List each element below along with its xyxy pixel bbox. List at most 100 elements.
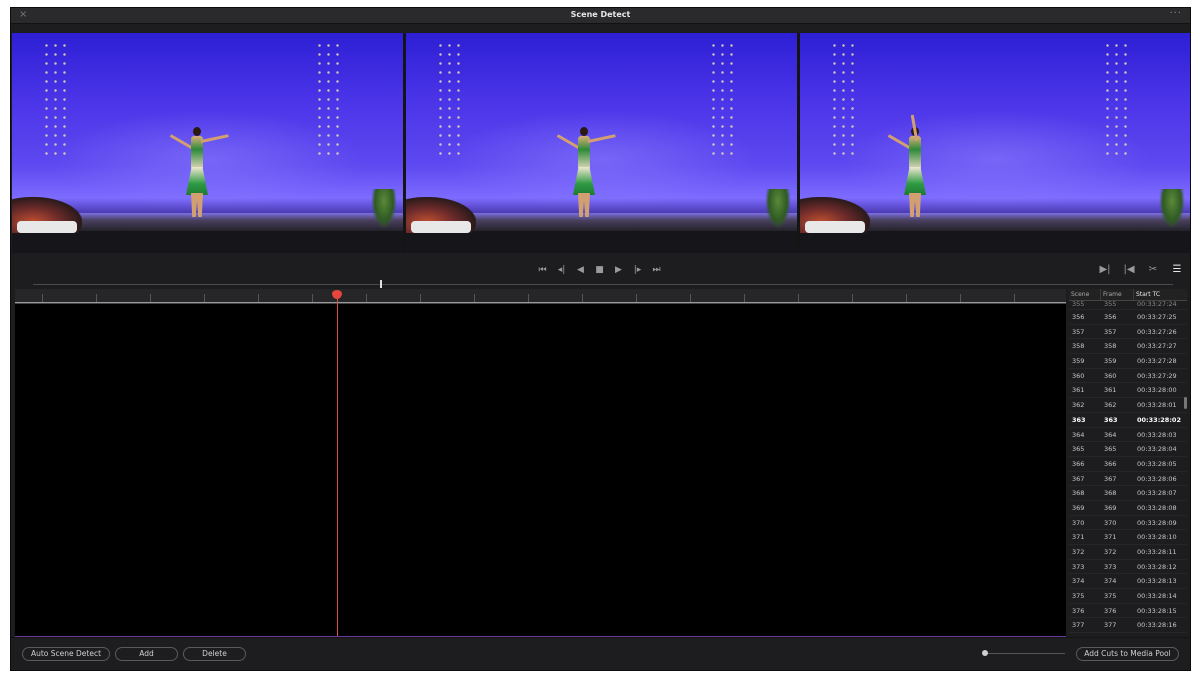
cell-start-tc: 00:33:28:07 bbox=[1137, 489, 1177, 498]
go-to-start-icon[interactable]: ⏮ bbox=[536, 264, 549, 276]
list-item[interactable]: 370 370 00:33:28:09 bbox=[1069, 516, 1187, 531]
add-cuts-to-media-pool-button[interactable]: Add Cuts to Media Pool bbox=[1076, 647, 1179, 661]
list-item[interactable]: 372 372 00:33:28:11 bbox=[1069, 545, 1187, 560]
list-item[interactable]: 360 360 00:33:27:29 bbox=[1069, 369, 1187, 384]
ruler-tick bbox=[636, 294, 637, 302]
list-item[interactable]: 358 358 00:33:27:27 bbox=[1069, 339, 1187, 355]
column-header-frame[interactable]: Frame bbox=[1101, 289, 1134, 300]
cut-scissors-icon[interactable]: ✂ bbox=[1146, 263, 1160, 277]
list-item[interactable]: 362 362 00:33:28:01 bbox=[1069, 398, 1187, 413]
previous-cut-icon[interactable]: |◀ bbox=[1122, 263, 1136, 277]
list-item[interactable]: 367 367 00:33:28:06 bbox=[1069, 472, 1187, 487]
ruler-tick bbox=[204, 294, 205, 302]
cell-start-tc: 00:33:28:00 bbox=[1137, 386, 1177, 395]
list-item[interactable]: 361 361 00:33:28:00 bbox=[1069, 383, 1187, 399]
cell-scene: 357 bbox=[1072, 327, 1085, 336]
cell-scene: 374 bbox=[1072, 577, 1085, 586]
ruler-tick bbox=[96, 294, 97, 302]
cell-frame: 358 bbox=[1104, 342, 1117, 351]
list-item[interactable]: 364 364 00:33:28:03 bbox=[1069, 428, 1187, 443]
play-reverse-icon[interactable]: ◀ bbox=[574, 264, 587, 276]
list-item[interactable]: 363 363 00:33:28:02 bbox=[1069, 412, 1187, 428]
ruler-tick bbox=[798, 294, 799, 302]
scene-list-header: Scene Frame Start TC bbox=[1069, 289, 1187, 301]
scrub-bar[interactable] bbox=[33, 284, 1173, 285]
list-item[interactable]: 359 359 00:33:27:28 bbox=[1069, 354, 1187, 369]
column-header-scene[interactable]: Scene bbox=[1069, 289, 1101, 300]
list-item[interactable]: 371 371 00:33:28:10 bbox=[1069, 530, 1187, 545]
step-back-icon[interactable]: ◂| bbox=[555, 264, 568, 276]
cell-scene: 359 bbox=[1072, 357, 1085, 366]
cell-scene: 372 bbox=[1072, 548, 1085, 556]
ruler-tick bbox=[258, 294, 259, 302]
list-item[interactable]: 356 356 00:33:27:25 bbox=[1069, 310, 1187, 325]
column-header-start-tc[interactable]: Start TC bbox=[1134, 289, 1187, 300]
scene-list: Scene Frame Start TC 355 355 00:33:27:24… bbox=[1069, 289, 1187, 638]
add-button[interactable]: Add bbox=[115, 647, 178, 661]
cell-scene: 360 bbox=[1072, 371, 1085, 380]
cell-frame: 377 bbox=[1104, 621, 1117, 630]
cell-frame: 372 bbox=[1104, 548, 1117, 556]
more-options-icon[interactable]: ··· bbox=[1169, 8, 1182, 19]
cell-scene: 367 bbox=[1072, 474, 1085, 483]
list-item[interactable]: 374 374 00:33:28:13 bbox=[1069, 574, 1187, 590]
timeline-ruler[interactable] bbox=[15, 289, 1066, 304]
cell-scene: 366 bbox=[1072, 459, 1085, 468]
cell-frame: 375 bbox=[1104, 592, 1117, 601]
cell-start-tc: 00:33:27:27 bbox=[1137, 342, 1177, 351]
play-icon[interactable]: ▶ bbox=[612, 264, 625, 276]
cell-scene: 377 bbox=[1072, 621, 1085, 630]
cell-start-tc: 00:33:28:16 bbox=[1137, 621, 1177, 630]
cell-start-tc: 00:33:28:14 bbox=[1137, 592, 1177, 601]
ruler-tick bbox=[420, 294, 421, 302]
list-item[interactable]: 375 375 00:33:28:14 bbox=[1069, 589, 1187, 604]
cell-scene: 376 bbox=[1072, 606, 1085, 615]
cell-start-tc: 00:33:28:04 bbox=[1137, 445, 1177, 454]
cut-timeline[interactable] bbox=[15, 289, 1066, 638]
cell-scene: 370 bbox=[1072, 518, 1085, 527]
cell-start-tc: 00:33:28:11 bbox=[1137, 548, 1177, 556]
scrub-handle[interactable] bbox=[380, 280, 382, 288]
cell-start-tc: 00:33:28:12 bbox=[1137, 562, 1177, 571]
delete-button[interactable]: Delete bbox=[183, 647, 246, 661]
list-item[interactable]: 369 369 00:33:28:08 bbox=[1069, 501, 1187, 516]
cell-scene: 362 bbox=[1072, 401, 1085, 410]
list-item[interactable]: 365 365 00:33:28:04 bbox=[1069, 442, 1187, 457]
current-frame-preview bbox=[406, 33, 797, 253]
playhead-line bbox=[337, 299, 338, 637]
cell-scene: 364 bbox=[1072, 430, 1085, 439]
auto-scene-detect-button[interactable]: Auto Scene Detect bbox=[22, 647, 110, 661]
cell-frame: 361 bbox=[1104, 386, 1117, 395]
list-item[interactable]: 366 366 00:33:28:05 bbox=[1069, 457, 1187, 472]
cell-start-tc: 00:33:28:01 bbox=[1137, 401, 1177, 410]
zoom-slider-knob[interactable] bbox=[982, 650, 988, 656]
ruler-tick bbox=[150, 294, 151, 302]
stop-icon[interactable]: ■ bbox=[593, 264, 606, 276]
list-item[interactable]: 376 376 00:33:28:15 bbox=[1069, 604, 1187, 619]
cell-scene: 375 bbox=[1072, 592, 1085, 601]
next-cut-icon[interactable]: ▶| bbox=[1098, 263, 1112, 277]
list-item[interactable]: 373 373 00:33:28:12 bbox=[1069, 560, 1187, 575]
ruler-tick bbox=[744, 294, 745, 302]
zoom-slider[interactable] bbox=[985, 653, 1065, 654]
cell-frame: 362 bbox=[1104, 401, 1117, 410]
ruler-tick bbox=[366, 294, 367, 302]
ruler-tick bbox=[582, 294, 583, 302]
cell-start-tc: 00:33:28:05 bbox=[1137, 459, 1177, 468]
cell-start-tc: 00:33:27:26 bbox=[1137, 327, 1177, 336]
ruler-tick bbox=[312, 294, 313, 302]
scene-list-scrollbar[interactable] bbox=[1184, 397, 1187, 409]
go-to-end-icon[interactable]: ⏭ bbox=[650, 264, 663, 276]
cell-frame: 363 bbox=[1104, 415, 1118, 424]
list-item[interactable]: 355 355 00:33:27:24 bbox=[1069, 301, 1187, 310]
cell-frame: 365 bbox=[1104, 445, 1117, 454]
list-item[interactable]: 357 357 00:33:27:26 bbox=[1069, 325, 1187, 340]
list-view-icon[interactable]: ☰ bbox=[1170, 263, 1184, 277]
cell-scene: 365 bbox=[1072, 445, 1085, 454]
list-item[interactable]: 368 368 00:33:28:07 bbox=[1069, 486, 1187, 501]
list-item[interactable]: 377 377 00:33:28:16 bbox=[1069, 618, 1187, 634]
cell-start-tc: 00:33:28:15 bbox=[1137, 606, 1177, 615]
cell-scene: 371 bbox=[1072, 533, 1085, 542]
step-forward-icon[interactable]: |▸ bbox=[631, 264, 644, 276]
cell-start-tc: 00:33:28:03 bbox=[1137, 430, 1177, 439]
